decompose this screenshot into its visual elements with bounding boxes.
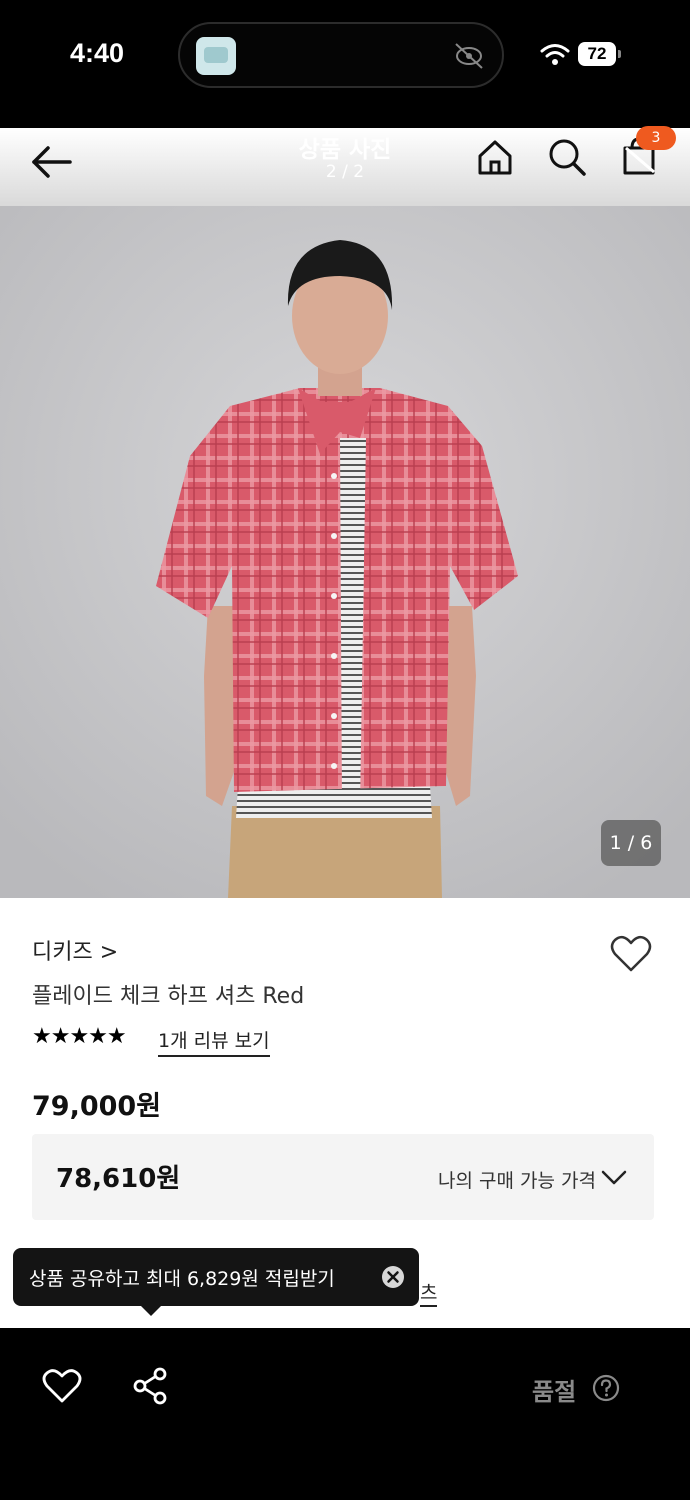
chevron-down-icon (601, 1170, 627, 1185)
partial-link[interactable]: 츠 (420, 1278, 438, 1307)
rating-stars: ★★★★★ (32, 1024, 127, 1049)
cart-count-badge: 3 (636, 126, 676, 150)
wishlist-heart-icon[interactable] (610, 934, 652, 974)
share-reward-tooltip: 상품 공유하고 최대 6,829원 적립받기 (13, 1248, 419, 1316)
battery-level: 72 (578, 42, 616, 66)
wifi-icon (540, 44, 570, 65)
product-price: 79,000원 (32, 1091, 162, 1122)
clock: 4:40 (70, 38, 125, 68)
model-illustration (0, 206, 690, 898)
hidden-eye-icon (455, 43, 483, 69)
my-price-value: 78,610원 (56, 1164, 181, 1194)
header: 상품 사진 2 / 2 3 (0, 126, 690, 206)
product-photo[interactable]: 1 / 6 (0, 206, 690, 898)
status-bar: 4:40 72 (0, 0, 690, 128)
product-name: 플레이드 체크 하프 셔츠 Red (32, 984, 305, 1009)
close-icon[interactable] (381, 1265, 405, 1289)
review-link[interactable]: 1개 리뷰 보기 (158, 1026, 270, 1057)
tooltip-text: 상품 공유하고 최대 6,829원 적립받기 (29, 1268, 335, 1290)
my-price-label: 나의 구매 가능 가격 (438, 1170, 596, 1192)
brand-link[interactable]: 디키즈 > (32, 934, 118, 966)
heart-icon[interactable] (42, 1368, 82, 1404)
my-price-box[interactable]: 78,610원 나의 구매 가능 가격 (32, 1134, 654, 1220)
help-icon[interactable] (592, 1374, 620, 1402)
battery-icon: 72 (578, 42, 622, 68)
share-icon[interactable] (130, 1366, 170, 1406)
search-icon[interactable] (546, 136, 588, 178)
dynamic-island (178, 22, 504, 88)
bottom-action-bar: 품절 (0, 1328, 690, 1500)
image-counter-badge: 1 / 6 (601, 820, 661, 866)
app-thumbnail-icon (196, 37, 236, 75)
sold-out-label: 품절 (532, 1378, 577, 1406)
home-icon[interactable] (474, 136, 516, 178)
